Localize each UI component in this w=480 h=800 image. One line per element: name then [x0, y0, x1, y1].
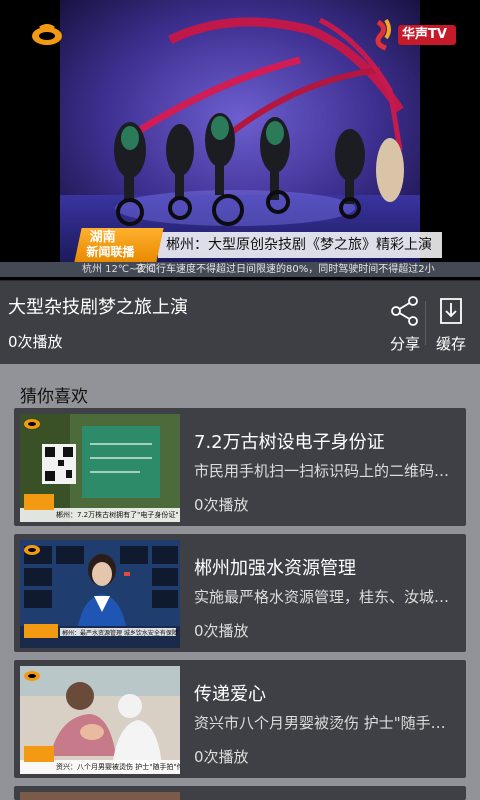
thumbnail-caption: 郴州：7.2万株古树拥有了"电子身份证": [56, 511, 179, 519]
action-divider: [425, 301, 426, 345]
download-icon: [440, 298, 462, 324]
video-title: 大型杂技剧梦之旅上演: [8, 297, 188, 318]
station-logo-text: 华声TV: [402, 27, 447, 42]
show-badge-line1: 湖南: [89, 230, 116, 245]
item-description: 资兴市八个月男婴被烫伤 护士"随手…: [194, 714, 446, 732]
video-player[interactable]: 华声TV 湖南 新闻联播 郴州：大型原创杂技剧《梦之旅》精彩上演 杭州 12℃~…: [0, 0, 480, 280]
video-frame: [60, 0, 420, 262]
thumbnail-caption: 郴州：最严水资源管理 城乡饮水安全有保障: [62, 630, 178, 637]
item-play-count: 0次播放: [194, 496, 249, 514]
recommend-section: 猜你喜欢 郴州：7.2万株古树拥有了"电子身份证" 7.2万古树设电子身份证 市…: [0, 364, 480, 800]
cache-label: 缓存: [435, 335, 466, 353]
share-icon: [391, 296, 418, 326]
thumbnail-caption: 资兴：八个月男婴被烫伤 护士"随手拍"传递爱心: [56, 763, 180, 771]
news-ticker: 杭州 12℃~2℃ 夜间行车速度不得超过日间限速的80%，同时驾驶时间不得超过2…: [0, 262, 480, 277]
recommend-item[interactable]: 郴州：7.2万株古树拥有了"电子身份证" 7.2万古树设电子身份证 市民用手机扫…: [14, 408, 466, 526]
show-badge: 湖南 新闻联播: [74, 228, 164, 262]
item-title: 7.2万古树设电子身份证: [194, 432, 385, 453]
video-thumbnail: 郴州：7.2万株古树拥有了"电子身份证": [20, 414, 180, 522]
channel-logo-icon: [32, 24, 62, 45]
video-thumbnail: 郴州：最严水资源管理 城乡饮水安全有保障: [20, 540, 180, 648]
show-badge-line2: 新闻联播: [86, 245, 135, 259]
ticker-text: 夜间行车速度不得超过日间限速的80%，同时驾驶时间不得超过2小: [136, 264, 435, 275]
play-count: 0次播放: [8, 333, 63, 351]
video-thumbnail: [20, 792, 180, 800]
item-play-count: 0次播放: [194, 748, 249, 766]
video-thumbnail: 资兴：八个月男婴被烫伤 护士"随手拍"传递爱心: [20, 666, 180, 774]
item-description: 市民用手机扫一扫标识码上的二维码…: [194, 462, 450, 480]
cache-button[interactable]: 缓存: [430, 295, 472, 354]
item-title: 传递爱心: [194, 684, 266, 705]
news-headline: 郴州：大型原创杂技剧《梦之旅》精彩上演: [158, 232, 442, 258]
item-description: 实施最严格水资源管理，桂东、汝城…: [194, 588, 450, 606]
recommend-title: 猜你喜欢: [20, 387, 88, 407]
video-info-bar: 大型杂技剧梦之旅上演 0次播放 分享 缓存: [0, 280, 480, 364]
recommend-item[interactable]: 郴州：最严水资源管理 城乡饮水安全有保障 郴州加强水资源管理 实施最严格水资源管…: [14, 534, 466, 652]
thumbnail-image: [20, 414, 180, 522]
recommend-item[interactable]: 资兴：八个月男婴被烫伤 护士"随手拍"传递爱心 传递爱心 资兴市八个月男婴被烫伤…: [14, 660, 466, 778]
share-button[interactable]: 分享: [384, 295, 426, 354]
station-logo: 华声TV: [372, 18, 460, 52]
item-play-count: 0次播放: [194, 622, 249, 640]
recommend-item[interactable]: [14, 786, 466, 800]
ticker-weather: 杭州 12℃~2℃: [82, 264, 156, 275]
news-lower-third: 湖南 新闻联播 郴州：大型原创杂技剧《梦之旅》精彩上演: [74, 228, 442, 262]
thumbnail-image: [20, 666, 180, 774]
item-title: 郴州加强水资源管理: [194, 558, 356, 579]
share-label: 分享: [389, 335, 420, 353]
